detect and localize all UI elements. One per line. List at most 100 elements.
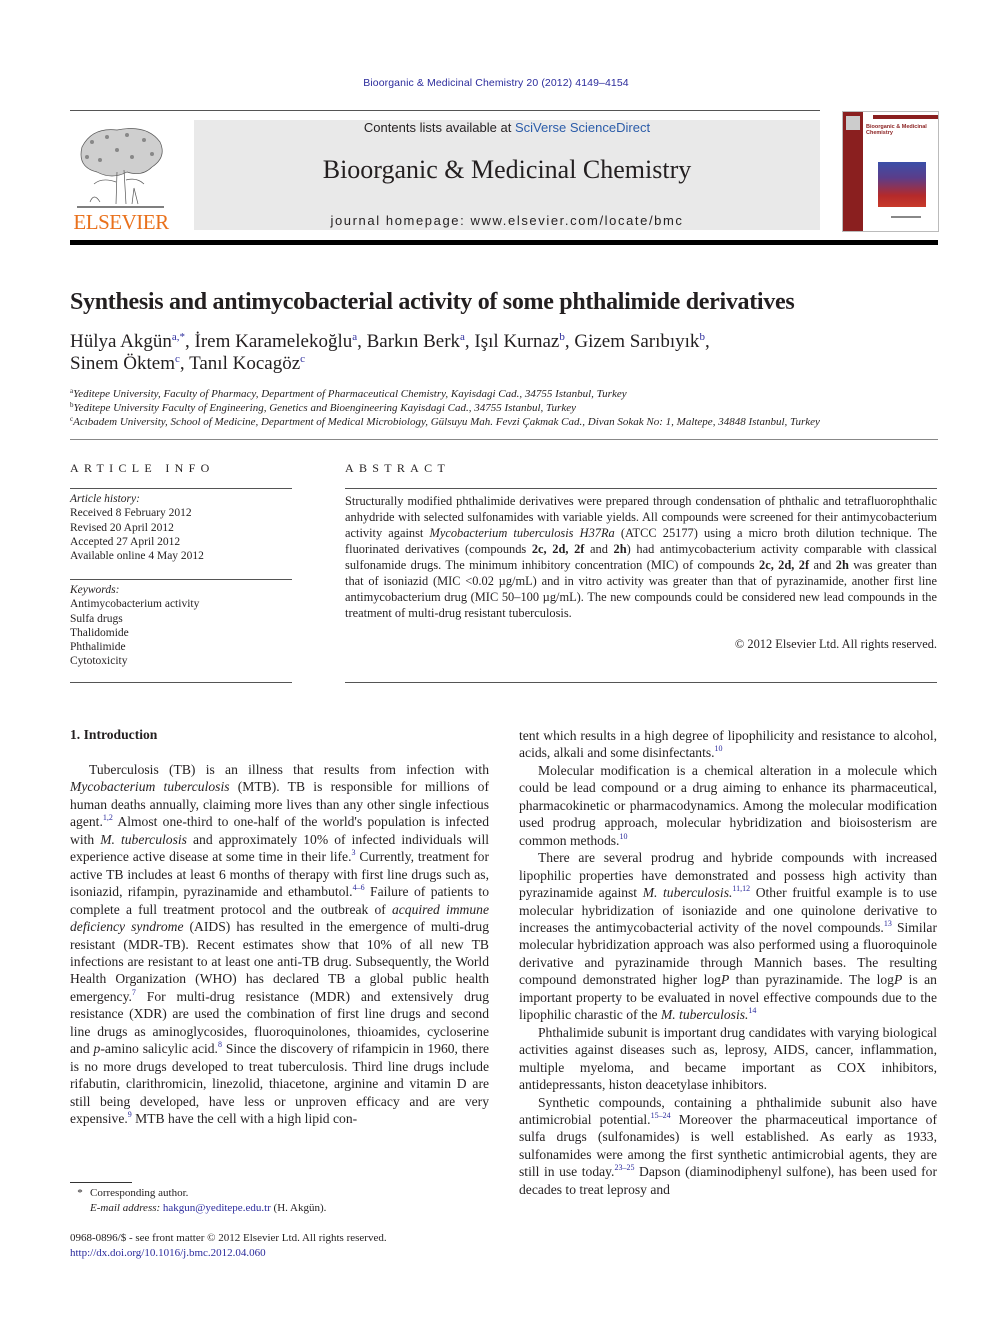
journal-homepage[interactable]: journal homepage: www.elsevier.com/locat… — [194, 213, 820, 228]
author-name: Barkın Berk — [366, 331, 461, 352]
author-affiliation-mark[interactable]: a,* — [172, 331, 185, 343]
author-separator: , — [357, 331, 367, 352]
article-history-label: Article history: — [70, 493, 140, 505]
abstract-compound: 2h — [835, 558, 849, 572]
issn-line: 0968-0896/$ - see front matter © 2012 El… — [70, 1232, 387, 1244]
author-name: Gizem Sarıbıyık — [574, 331, 700, 352]
history-accepted: Accepted 27 April 2012 — [70, 535, 181, 548]
abstract-organism: Mycobacterium tuberculosis H37Ra — [429, 526, 615, 540]
article-info-rule — [70, 488, 292, 489]
abstract-segment: and — [809, 558, 836, 572]
email-link[interactable]: hakgun@yeditepe.edu.tr — [163, 1202, 271, 1214]
cover-top-bar — [873, 115, 938, 119]
author-separator: , — [564, 331, 575, 352]
text: than pyrazinamide. The log — [729, 972, 894, 988]
author-separator: , — [704, 331, 710, 352]
article-info-heading: ARTICLE INFO — [70, 461, 215, 475]
body-column-right: tent which results in a high degree of l… — [519, 727, 937, 1198]
reference-link[interactable]: 4–6 — [353, 883, 365, 892]
cover-image — [878, 162, 926, 207]
italic-text: M. tuberculosis. — [660, 1007, 749, 1023]
footnote-rule — [70, 1182, 132, 1183]
header-thick-rule — [70, 240, 938, 245]
italic-text: M. tuberculosis — [100, 831, 187, 847]
email-line: E-mail address: hakgun@yeditepe.edu.tr (… — [70, 1201, 490, 1216]
affiliation-a: aYeditepe University, Faculty of Pharmac… — [70, 387, 940, 401]
corresponding-author-footnote: * Corresponding author. E-mail address: h… — [70, 1186, 490, 1215]
paragraph: Synthetic compounds, containing a phthal… — [519, 1094, 937, 1199]
reference-link[interactable]: 1,2 — [103, 813, 113, 822]
doi-link[interactable]: http://dx.doi.org/10.1016/j.bmc.2012.04.… — [70, 1246, 500, 1261]
affiliation-text: Acıbadem University, School of Medicine,… — [73, 416, 820, 428]
author-name: Tanıl Kocagöz — [189, 353, 301, 374]
author-separator: , — [185, 331, 195, 352]
contents-line: Contents lists available at SciVerse Sci… — [194, 120, 820, 135]
history-online: Available online 4 May 2012 — [70, 550, 204, 563]
paragraph: Tuberculosis (TB) is an illness that res… — [70, 761, 489, 1128]
reference-link[interactable]: 15–24 — [651, 1111, 671, 1120]
cover-elsevier-logo-icon — [846, 116, 860, 130]
text: MTB have the cell with a high lipid con- — [131, 1111, 358, 1127]
keyword-item: Antimycobacterium activity — [70, 598, 200, 611]
affiliation-list: aYeditepe University, Faculty of Pharmac… — [70, 387, 940, 429]
author-separator: , — [179, 353, 190, 374]
article-info-bottom-rule — [70, 682, 292, 683]
author-name: Işıl Kurnaz — [474, 331, 560, 352]
text: -amino salicylic acid. — [100, 1041, 218, 1057]
asterisk-mark: * — [77, 1187, 83, 1199]
keyword-item: Thalidomide — [70, 626, 129, 639]
keyword-item: Sulfa drugs — [70, 612, 123, 625]
paragraph: Molecular modification is a chemical alt… — [519, 762, 937, 849]
reference-link[interactable]: 13 — [884, 919, 892, 928]
text: tent which results in a high degree of l… — [519, 728, 937, 761]
paragraph: tent which results in a high degree of l… — [519, 727, 937, 762]
history-received: Received 8 February 2012 — [70, 507, 192, 520]
front-matter: 0968-0896/$ - see front matter © 2012 El… — [70, 1231, 500, 1260]
reference-link[interactable]: 14 — [748, 1006, 756, 1015]
elsevier-tree-logo-icon — [77, 128, 164, 208]
article-history: Article history: Received 8 February 201… — [70, 492, 292, 563]
paragraph: Phthalimide subunit is important drug ca… — [519, 1024, 937, 1094]
author-name: Hülya Akgün — [70, 331, 172, 352]
journal-citation[interactable]: Bioorganic & Medicinal Chemistry 20 (201… — [0, 77, 992, 89]
sciencedirect-link[interactable]: SciVerse ScienceDirect — [515, 120, 650, 135]
affiliation-divider — [70, 439, 938, 440]
footnote-line: * Corresponding author. — [70, 1186, 490, 1201]
author-affiliation-mark[interactable]: c — [300, 353, 305, 365]
keywords-label: Keywords: — [70, 584, 120, 596]
section-heading-introduction: 1. Introduction — [70, 727, 158, 742]
keywords-rule — [70, 579, 292, 580]
cover-title: Bioorganic & Medicinal Chemistry — [866, 124, 927, 136]
keyword-item: Cytotoxicity — [70, 655, 128, 668]
article-title: Synthesis and antimycobacterial activity… — [70, 289, 795, 315]
keywords: Keywords: Antimycobacterium activity Sul… — [70, 583, 292, 669]
email-label: E-mail address: — [90, 1201, 161, 1214]
affiliation-c: cAcıbadem University, School of Medicine… — [70, 415, 940, 429]
journal-title: Bioorganic & Medicinal Chemistry — [322, 155, 692, 184]
reference-link[interactable]: 10 — [619, 832, 627, 841]
author-name: İrem Karamelekoğlu — [194, 331, 353, 352]
text: Molecular modification is a chemical alt… — [519, 762, 937, 848]
affiliation-text: Yeditepe University, Faculty of Pharmacy… — [73, 388, 627, 400]
abstract-segment: and — [584, 542, 614, 556]
italic-text: M. tuberculosis. — [642, 885, 733, 901]
reference-link[interactable]: 10 — [715, 744, 723, 753]
text: Tuberculosis (TB) is an illness that res… — [89, 762, 489, 777]
abstract-rule — [345, 488, 937, 489]
text: Phthalimide subunit is important drug ca… — [519, 1024, 937, 1093]
reference-link[interactable]: 23–25 — [614, 1163, 634, 1172]
header-top-rule — [70, 110, 820, 111]
abstract-compounds: 2c, 2d, 2f — [531, 542, 585, 556]
abstract-text: Structurally modified phthalimide deriva… — [345, 493, 937, 621]
abstract-heading: ABSTRACT — [345, 461, 451, 475]
body-column-left: Tuberculosis (TB) is an illness that res… — [70, 761, 489, 1128]
affiliation-text: Yeditepe University Faculty of Engineeri… — [73, 402, 576, 414]
paragraph: There are several prodrug and hybride co… — [519, 849, 937, 1024]
author-separator: , — [464, 331, 475, 352]
keyword-item: Phthalimide — [70, 641, 126, 654]
contents-prefix: Contents lists available at — [363, 120, 515, 135]
elsevier-logo-text: ELSEVIER — [73, 210, 169, 234]
reference-link[interactable]: 11,12 — [732, 884, 750, 893]
abstract-copyright: © 2012 Elsevier Ltd. All rights reserved… — [734, 637, 937, 651]
history-revised: Revised 20 April 2012 — [70, 521, 174, 534]
